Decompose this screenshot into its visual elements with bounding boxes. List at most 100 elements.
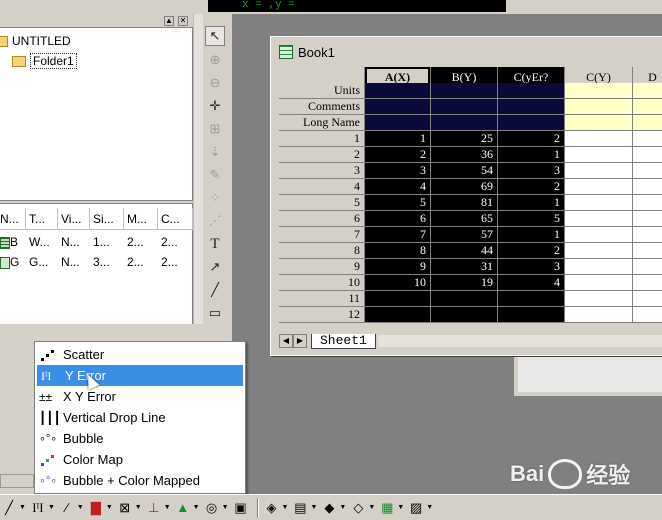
row-number[interactable]: 7 bbox=[279, 227, 365, 243]
data-cell[interactable]: 8 bbox=[365, 243, 431, 259]
3d-plot-button[interactable]: ◈ ▼ bbox=[263, 498, 289, 518]
contour-button[interactable]: ▦ ▼ bbox=[378, 498, 404, 518]
data-cell[interactable]: 19 bbox=[431, 275, 498, 291]
row-header[interactable]: Units bbox=[279, 83, 365, 99]
data-cell[interactable]: 69 bbox=[431, 179, 498, 195]
zoom-out-icon[interactable]: ⊖ bbox=[205, 73, 225, 93]
data-cell[interactable] bbox=[633, 275, 662, 291]
data-cell[interactable]: 4 bbox=[498, 275, 565, 291]
column-header-type[interactable]: T... bbox=[26, 208, 58, 230]
sheet-tab[interactable]: Sheet1 bbox=[311, 333, 376, 349]
data-cell[interactable] bbox=[633, 147, 662, 163]
data-cell[interactable]: 2 bbox=[498, 131, 565, 147]
workbook-titlebar[interactable]: Book1 bbox=[271, 37, 662, 67]
data-cell[interactable] bbox=[633, 291, 662, 307]
data-cell[interactable]: 54 bbox=[431, 163, 498, 179]
zoom-in-icon[interactable]: ⊕ bbox=[205, 50, 225, 70]
data-cell[interactable]: 1 bbox=[498, 195, 565, 211]
background-window[interactable] bbox=[514, 356, 662, 396]
data-cell[interactable]: 1 bbox=[498, 147, 565, 163]
menu-item-y-error[interactable]: IᴵI Y Error bbox=[37, 365, 243, 390]
data-cell[interactable]: 2 bbox=[498, 243, 565, 259]
box-chart-button[interactable]: ⊥ ▼ bbox=[145, 498, 171, 518]
data-cell[interactable] bbox=[633, 243, 662, 259]
screen-reader-icon[interactable]: ✛ bbox=[205, 96, 225, 116]
data-cell[interactable] bbox=[565, 131, 633, 147]
row-number[interactable]: 4 bbox=[279, 179, 365, 195]
menu-item-color-map[interactable]: Color Map bbox=[35, 449, 245, 470]
data-cell[interactable]: 81 bbox=[431, 195, 498, 211]
row-header[interactable]: Long Name bbox=[279, 115, 365, 131]
menu-item-xy-error[interactable]: ±± X Y Error bbox=[35, 386, 245, 407]
meta-cell[interactable] bbox=[498, 99, 565, 115]
workbook-window[interactable]: Book1 A(X) B(Y) C(yEr? C(Y) D Units Comments Lo… bbox=[270, 36, 662, 356]
data-cell[interactable]: 44 bbox=[431, 243, 498, 259]
data-cell[interactable] bbox=[565, 227, 633, 243]
data-cell[interactable] bbox=[565, 211, 633, 227]
y-error-plot-button[interactable]: IᴵI ▼ bbox=[29, 498, 55, 518]
meta-cell[interactable] bbox=[633, 99, 662, 115]
menu-item-bubble-color-mapped[interactable]: ∘°∘ Bubble + Color Mapped bbox=[35, 470, 245, 491]
sheet-prev-icon[interactable]: ◀ bbox=[279, 334, 293, 348]
row-number[interactable]: 11 bbox=[279, 291, 365, 307]
text-tool-icon[interactable]: T bbox=[205, 234, 225, 254]
data-cell[interactable]: 5 bbox=[365, 195, 431, 211]
polar-plot-button[interactable]: ◎ ▼ bbox=[203, 498, 229, 518]
multi-panel-button[interactable]: ⊠ ▼ bbox=[116, 498, 141, 518]
data-cell[interactable]: 10 bbox=[365, 275, 431, 291]
column-header-created[interactable]: C... bbox=[158, 208, 193, 230]
meta-cell[interactable] bbox=[565, 115, 633, 131]
explorer-scrollbar[interactable] bbox=[193, 14, 203, 324]
data-cell[interactable] bbox=[565, 147, 633, 163]
data-cell[interactable] bbox=[633, 131, 662, 147]
sheet-hscrollbar[interactable] bbox=[377, 335, 662, 347]
list-item[interactable]: G G... N... 3... 2... 2... bbox=[0, 252, 193, 272]
data-cell[interactable]: 36 bbox=[431, 147, 498, 163]
row-number[interactable]: 12 bbox=[279, 307, 365, 323]
meta-cell[interactable] bbox=[365, 83, 431, 99]
data-cell[interactable] bbox=[365, 291, 431, 307]
folder-root[interactable]: UNTITLED bbox=[0, 32, 71, 50]
data-cell[interactable]: 2 bbox=[498, 179, 565, 195]
data-cell[interactable]: 4 bbox=[365, 179, 431, 195]
image-plot-button[interactable]: ▨ ▼ bbox=[407, 498, 433, 518]
data-cell[interactable]: 6 bbox=[365, 211, 431, 227]
data-cell[interactable]: 5 bbox=[498, 211, 565, 227]
data-cell[interactable]: 2 bbox=[365, 147, 431, 163]
data-cell[interactable] bbox=[565, 195, 633, 211]
data-cell[interactable] bbox=[565, 275, 633, 291]
meta-cell[interactable] bbox=[633, 83, 662, 99]
data-cell[interactable] bbox=[633, 163, 662, 179]
column-plot-button[interactable]: ▇ ▼ bbox=[87, 498, 113, 518]
meta-cell[interactable] bbox=[498, 83, 565, 99]
data-cell[interactable] bbox=[633, 259, 662, 275]
sheet-next-icon[interactable]: ▶ bbox=[293, 334, 307, 348]
data-cell[interactable]: 9 bbox=[365, 259, 431, 275]
row-number[interactable]: 3 bbox=[279, 163, 365, 179]
data-cell[interactable] bbox=[565, 291, 633, 307]
meta-cell[interactable] bbox=[365, 99, 431, 115]
data-cell[interactable]: 3 bbox=[365, 163, 431, 179]
data-cell[interactable] bbox=[633, 307, 662, 323]
row-number[interactable]: 8 bbox=[279, 243, 365, 259]
column-header-name[interactable]: N... bbox=[0, 208, 26, 230]
arrow-tool-icon[interactable]: ↗ bbox=[205, 257, 225, 277]
data-cell[interactable] bbox=[565, 307, 633, 323]
row-number[interactable]: 9 bbox=[279, 259, 365, 275]
line-symbol-button[interactable]: ⁄ ▼ bbox=[58, 498, 84, 518]
mask-icon[interactable]: ⁘ bbox=[205, 188, 225, 208]
data-cell[interactable] bbox=[633, 211, 662, 227]
data-cell[interactable]: 3 bbox=[498, 259, 565, 275]
column-header-modified[interactable]: M... bbox=[124, 208, 158, 230]
column-header-view[interactable]: Vi... bbox=[58, 208, 90, 230]
menu-item-vertical-drop-line[interactable]: ┃┃┃ Vertical Drop Line bbox=[35, 407, 245, 428]
data-cell[interactable] bbox=[565, 179, 633, 195]
column-header-size[interactable]: Si... bbox=[90, 208, 124, 230]
data-cell[interactable]: 57 bbox=[431, 227, 498, 243]
data-cell[interactable] bbox=[365, 307, 431, 323]
3d-surface-button[interactable]: ◆ ▼ bbox=[320, 498, 346, 518]
menu-item-bubble[interactable]: ∘°∘ Bubble bbox=[35, 428, 245, 449]
meta-cell[interactable] bbox=[498, 115, 565, 131]
data-cell[interactable] bbox=[431, 291, 498, 307]
data-cell[interactable]: 3 bbox=[498, 163, 565, 179]
